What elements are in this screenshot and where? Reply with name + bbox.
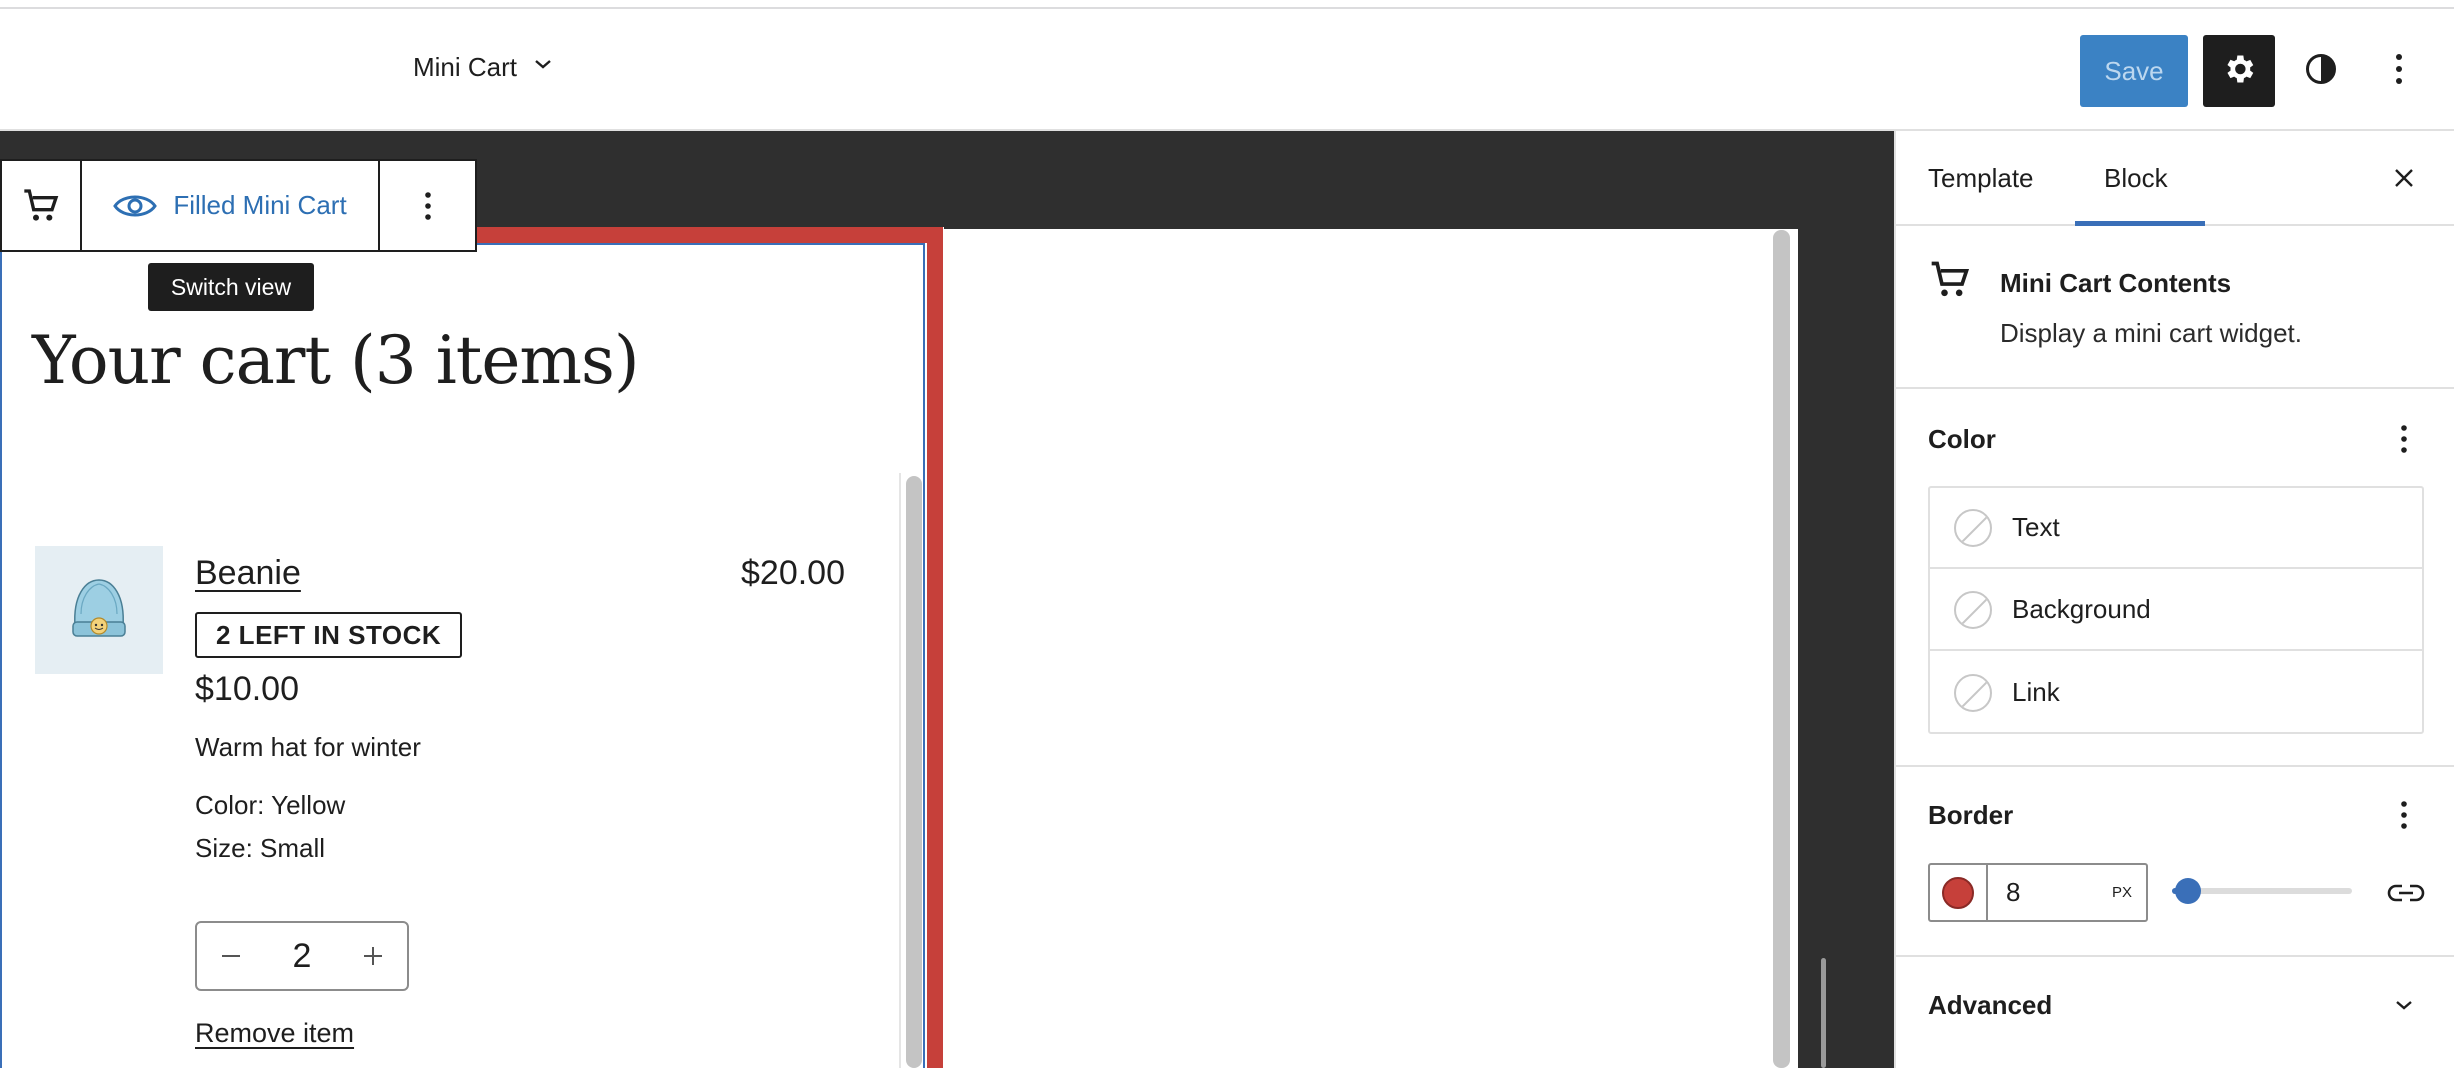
border-width-input[interactable]: 8 PX: [1988, 865, 2146, 920]
styles-button[interactable]: [2294, 35, 2348, 107]
product-unit-price: $10.00: [195, 670, 299, 708]
slider-thumb[interactable]: [2175, 878, 2201, 904]
link-icon: [2387, 884, 2425, 902]
divider: [1896, 387, 2454, 389]
document-title-dropdown[interactable]: Mini Cart: [413, 52, 555, 83]
product-line-total: $20.00: [741, 554, 845, 592]
vertical-ellipsis-icon: [2401, 425, 2407, 453]
half-circle-icon: [2303, 51, 2339, 92]
cart-scroll-track: [899, 473, 901, 1068]
divider: [1896, 765, 2454, 767]
cart-scrollbar[interactable]: [906, 476, 922, 1068]
border-unit-select[interactable]: PX: [2112, 884, 2132, 901]
color-item-background[interactable]: Background: [1930, 570, 2422, 651]
editor-scrollbar[interactable]: [1821, 958, 1826, 1068]
vertical-ellipsis-icon: [2394, 53, 2404, 90]
color-item-label: Text: [2012, 512, 2060, 542]
gear-icon: [2221, 51, 2257, 92]
close-sidebar-button[interactable]: [2384, 158, 2424, 198]
beanie-icon: [72, 579, 126, 637]
quantity-stepper: 2: [195, 921, 409, 991]
save-button[interactable]: Save: [2080, 35, 2188, 107]
block-type-button[interactable]: [2, 161, 82, 250]
cart-title: Your cart (3 items): [32, 322, 640, 399]
switch-view-tooltip: Switch view: [148, 263, 314, 311]
minus-icon: [222, 955, 240, 957]
options-button[interactable]: [2374, 35, 2424, 107]
divider: [1896, 955, 2454, 957]
border-width-value: 8: [2006, 877, 2021, 907]
tab-template[interactable]: Template: [1928, 163, 2034, 194]
empty-swatch-icon: [1954, 508, 1992, 547]
border-panel-title: Border: [1928, 800, 2014, 830]
canvas-scrollbar[interactable]: [1773, 230, 1790, 1068]
settings-button[interactable]: [2203, 35, 2275, 107]
chevron-down-icon[interactable]: [2384, 985, 2424, 1025]
color-item-label: Link: [2012, 677, 2060, 707]
color-item-text[interactable]: Text: [1930, 488, 2422, 569]
close-icon: [2395, 169, 2413, 187]
quantity-value[interactable]: 2: [293, 937, 312, 976]
advanced-panel-toggle[interactable]: Advanced: [1928, 990, 2052, 1021]
quantity-increase-button[interactable]: [355, 938, 391, 974]
color-options-button[interactable]: [2384, 419, 2424, 459]
remove-item-link[interactable]: Remove item: [195, 1018, 354, 1049]
product-attribute-color: Color: Yellow: [195, 790, 346, 820]
product-name-link[interactable]: Beanie: [195, 554, 301, 593]
stock-badge: 2 LEFT IN STOCK: [195, 612, 463, 658]
border-options-button[interactable]: [2384, 795, 2424, 835]
tab-block[interactable]: Block: [2104, 163, 2168, 194]
border-color-button[interactable]: [1930, 865, 1988, 920]
chevron-down-icon: [531, 52, 555, 83]
eye-icon: [113, 195, 158, 216]
active-tab-indicator: [2075, 221, 2205, 226]
block-card-title: Mini Cart Contents: [2000, 268, 2232, 298]
color-panel-title: Color: [1928, 424, 1996, 454]
cart-icon: [24, 188, 59, 221]
product-image[interactable]: [35, 546, 163, 674]
quantity-decrease-button[interactable]: [213, 938, 249, 974]
vertical-ellipsis-icon: [2401, 801, 2407, 829]
document-title: Mini Cart: [413, 52, 518, 82]
block-toolbar: Filled Mini Cart: [0, 159, 477, 252]
plus-icon: [363, 947, 382, 965]
cart-icon: [1928, 258, 1972, 307]
canvas-page-area: [943, 229, 1798, 1068]
block-card-description: Display a mini cart widget.: [2000, 318, 2302, 348]
link-sides-button[interactable]: [2384, 871, 2428, 915]
window-top-edge: [0, 0, 2454, 9]
color-item-label: Background: [2012, 594, 2151, 624]
product-attribute-size: Size: Small: [195, 833, 326, 863]
block-options-button[interactable]: [380, 161, 475, 250]
vertical-ellipsis-icon: [424, 191, 431, 220]
switch-view-button[interactable]: Filled Mini Cart: [82, 161, 380, 250]
product-description: Warm hat for winter: [195, 732, 421, 762]
border-width-control: 8 PX: [1928, 863, 2148, 922]
empty-swatch-icon: [1954, 590, 1992, 629]
color-settings-list: Text Background Link: [1928, 486, 2424, 734]
color-item-link[interactable]: Link: [1930, 652, 2422, 733]
switch-view-label: Filled Mini Cart: [173, 190, 347, 220]
empty-swatch-icon: [1954, 673, 1992, 712]
border-color-swatch: [1942, 876, 1974, 909]
